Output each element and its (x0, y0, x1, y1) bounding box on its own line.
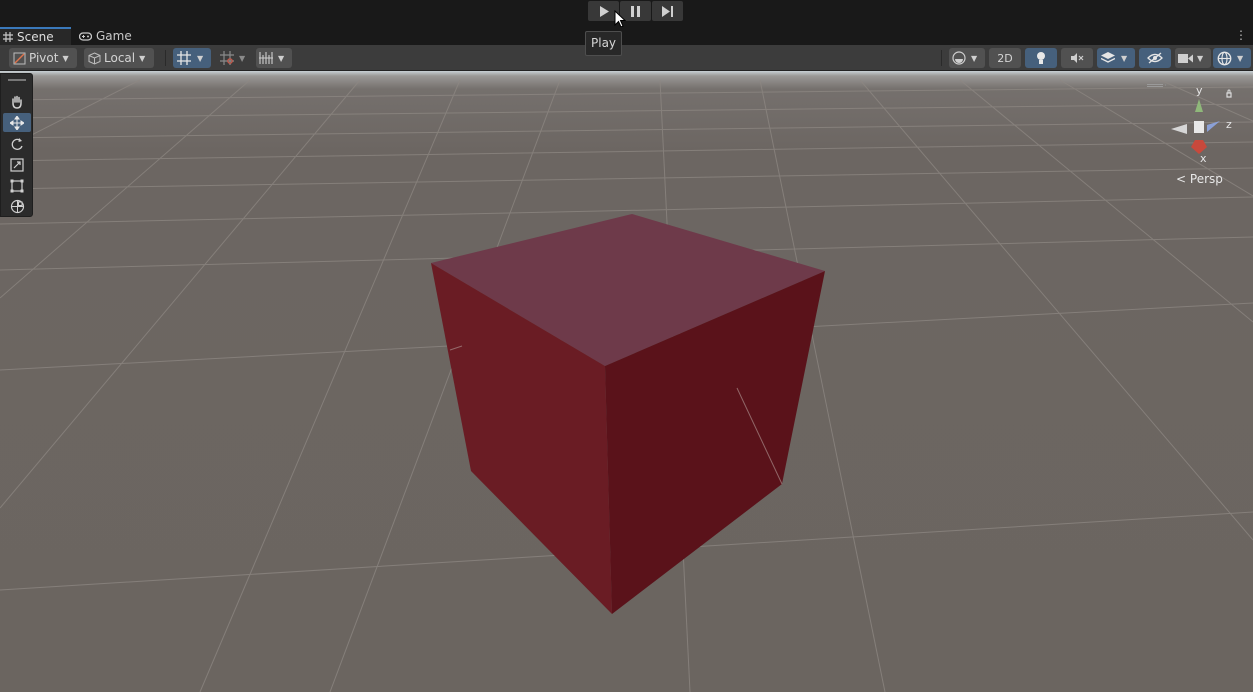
chevron-down-icon: ▼ (278, 53, 285, 63)
toolbar-divider (165, 50, 166, 66)
transform-tool[interactable] (3, 197, 31, 216)
shaded-sphere-icon (949, 51, 969, 65)
drag-handle-icon[interactable] (8, 79, 26, 81)
play-icon (599, 5, 609, 17)
lightbulb-icon (1037, 52, 1045, 64)
scene-render (0, 79, 1253, 692)
chevron-down-icon: ▼ (239, 53, 246, 63)
grid-snapping-toggle[interactable]: ▼ (173, 48, 211, 68)
move-arrows-icon (10, 115, 24, 130)
chevron-down-icon: ▼ (62, 53, 69, 63)
eye-hidden-icon (1147, 52, 1163, 64)
tab-scene[interactable]: Scene (0, 27, 71, 45)
chevron-down-icon: ▼ (197, 53, 204, 63)
pivot-dropdown[interactable]: Pivot ▼ (9, 48, 77, 68)
pivot-icon (9, 52, 29, 65)
pause-icon (631, 5, 640, 17)
scale-tool[interactable] (3, 155, 31, 174)
toolbar-divider (941, 50, 942, 66)
projection-toggle[interactable]: < Persp (1176, 172, 1223, 186)
hand-tool[interactable] (3, 92, 31, 111)
gamepad-icon (79, 31, 92, 41)
chevron-down-icon: ▼ (1237, 53, 1244, 63)
audio-toggle[interactable] (1061, 48, 1093, 68)
tab-strip: Scene Game ⋮ (0, 27, 1253, 45)
chevron-down-icon: ▼ (139, 53, 146, 63)
chevron-down-icon: ▼ (971, 53, 978, 63)
rotate-icon (11, 137, 23, 150)
lighting-toggle[interactable] (1025, 48, 1057, 68)
layers-icon (1097, 52, 1119, 64)
draw-mode-dropdown[interactable]: ▼ (949, 48, 985, 68)
increment-snapping-dropdown[interactable]: ▼ (217, 48, 253, 68)
camera-icon (1175, 53, 1195, 64)
axis-gizmo-icon (1151, 84, 1232, 154)
chevron-down-icon: ▼ (1197, 53, 1204, 63)
gizmo-z-label: z (1226, 118, 1232, 131)
gizmo-y-label: y (1196, 84, 1203, 97)
scene-viewport[interactable] (0, 71, 1253, 692)
effects-dropdown[interactable]: ▼ (1097, 48, 1135, 68)
gizmo-globe-icon (1213, 51, 1235, 66)
rotate-tool[interactable] (3, 134, 31, 153)
rect-tool[interactable] (3, 176, 31, 195)
local-label: Local (104, 51, 136, 65)
scene-toolbar: Pivot ▼ Local ▼ ▼ ▼ ▼ ▼ 2D ▼ ▼ ▼ (0, 45, 1253, 71)
projection-label: Persp (1189, 172, 1223, 186)
scene-visibility-toggle[interactable] (1139, 48, 1171, 68)
tab-game[interactable]: Game (79, 27, 139, 45)
more-options-icon[interactable]: ⋮ (1235, 28, 1247, 42)
red-cube (431, 214, 825, 614)
ruler-icon (256, 52, 276, 64)
toggle-2d-button[interactable]: 2D (989, 48, 1021, 68)
speaker-muted-icon (1071, 53, 1084, 63)
camera-dropdown[interactable]: ▼ (1175, 48, 1211, 68)
chevron-left-icon: < (1176, 172, 1187, 186)
gizmos-dropdown[interactable]: ▼ (1213, 48, 1251, 68)
gizmo-drag-handle-icon[interactable] (1147, 84, 1163, 87)
mode-2d-label: 2D (997, 51, 1013, 65)
grid-snap-icon (173, 51, 195, 65)
step-button[interactable] (652, 1, 683, 21)
align-dropdown[interactable]: ▼ (256, 48, 292, 68)
hand-icon (12, 95, 22, 109)
play-tooltip: Play (585, 31, 623, 56)
scale-icon (10, 157, 24, 172)
gizmo-x-label: x (1200, 152, 1207, 165)
chevron-down-icon: ▼ (1121, 53, 1128, 63)
move-tool[interactable] (3, 113, 31, 132)
transform-gizmo-icon (10, 199, 24, 214)
tab-scene-label: Scene (17, 30, 54, 44)
snap-increment-icon (217, 51, 237, 65)
tool-palette (0, 73, 33, 217)
grid-icon (3, 32, 13, 42)
cube-outline-icon (84, 51, 104, 65)
local-dropdown[interactable]: Local ▼ (84, 48, 154, 68)
tab-game-label: Game (96, 29, 132, 43)
step-icon (661, 5, 673, 17)
play-mode-bar (0, 0, 1253, 28)
lock-icon (1226, 92, 1232, 98)
rect-transform-icon (10, 179, 24, 192)
pivot-label: Pivot (29, 51, 59, 65)
